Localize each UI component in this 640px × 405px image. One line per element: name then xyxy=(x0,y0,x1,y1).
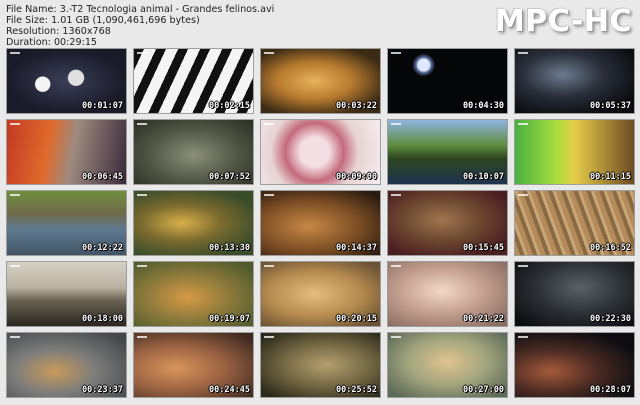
thumbnail[interactable]: 00:19:07 xyxy=(133,261,254,327)
timestamp: 00:16:52 xyxy=(590,243,631,253)
timestamp: 00:18:00 xyxy=(82,314,123,324)
timestamp: 00:09:00 xyxy=(336,172,377,182)
timestamp: 00:07:52 xyxy=(209,172,250,182)
timestamp: 00:22:30 xyxy=(590,314,631,324)
timestamp: 00:25:52 xyxy=(336,385,377,395)
thumbnail[interactable]: 00:10:07 xyxy=(387,119,508,185)
resolution: Resolution: 1360x768 xyxy=(6,26,111,37)
timestamp: 00:24:45 xyxy=(209,385,250,395)
thumbnail[interactable]: 00:23:37 xyxy=(6,332,127,398)
thumbnail[interactable]: 00:05:37 xyxy=(514,48,635,114)
thumbnail[interactable]: 00:07:52 xyxy=(133,119,254,185)
thumbnail[interactable]: 00:15:45 xyxy=(387,190,508,256)
thumbnail[interactable]: 00:04:30 xyxy=(387,48,508,114)
file-info: File Name: 3.-T2 Tecnologia animal - Gra… xyxy=(6,4,526,48)
thumbnail[interactable]: 00:14:37 xyxy=(260,190,381,256)
timestamp: 00:20:15 xyxy=(336,314,377,324)
timestamp: 00:04:30 xyxy=(463,101,504,111)
thumbnail[interactable]: 00:12:22 xyxy=(6,190,127,256)
app-logo: MPC-HC xyxy=(494,4,632,39)
timestamp: 00:15:45 xyxy=(463,243,504,253)
thumbnail[interactable]: 00:20:15 xyxy=(260,261,381,327)
timestamp: 00:05:37 xyxy=(590,101,631,111)
timestamp: 00:19:07 xyxy=(209,314,250,324)
timestamp: 00:28:07 xyxy=(590,385,631,395)
thumbnail[interactable]: 00:06:45 xyxy=(6,119,127,185)
thumbnail[interactable]: 00:28:07 xyxy=(514,332,635,398)
thumbnail[interactable]: 00:01:07 xyxy=(6,48,127,114)
thumbnail[interactable]: 00:24:45 xyxy=(133,332,254,398)
thumbnail[interactable]: 00:21:22 xyxy=(387,261,508,327)
thumbnail[interactable]: 00:18:00 xyxy=(6,261,127,327)
thumbnail[interactable]: 00:11:15 xyxy=(514,119,635,185)
timestamp: 00:10:07 xyxy=(463,172,504,182)
duration: Duration: 00:29:15 xyxy=(6,37,98,48)
timestamp: 00:03:22 xyxy=(336,101,377,111)
timestamp: 00:02:15 xyxy=(209,101,250,111)
thumbnail[interactable]: 00:03:22 xyxy=(260,48,381,114)
thumbnail[interactable]: 00:27:00 xyxy=(387,332,508,398)
timestamp: 00:11:15 xyxy=(590,172,631,182)
timestamp: 00:23:37 xyxy=(82,385,123,395)
thumbnail[interactable]: 00:09:00 xyxy=(260,119,381,185)
timestamp: 00:12:22 xyxy=(82,243,123,253)
thumbnail-grid: 00:01:07 00:02:15 00:03:22 00:04:30 00:0… xyxy=(6,48,635,400)
timestamp: 00:21:22 xyxy=(463,314,504,324)
file-name: File Name: 3.-T2 Tecnologia animal - Gra… xyxy=(6,4,275,15)
thumbnail[interactable]: 00:16:52 xyxy=(514,190,635,256)
timestamp: 00:14:37 xyxy=(336,243,377,253)
thumbnail[interactable]: 00:22:30 xyxy=(514,261,635,327)
timestamp: 00:01:07 xyxy=(82,101,123,111)
file-size: File Size: 1.01 GB (1,090,461,696 bytes) xyxy=(6,15,200,26)
thumbnail[interactable]: 00:25:52 xyxy=(260,332,381,398)
timestamp: 00:27:00 xyxy=(463,385,504,395)
timestamp: 00:13:30 xyxy=(209,243,250,253)
thumbnail[interactable]: 00:13:30 xyxy=(133,190,254,256)
thumbnail[interactable]: 00:02:15 xyxy=(133,48,254,114)
timestamp: 00:06:45 xyxy=(82,172,123,182)
